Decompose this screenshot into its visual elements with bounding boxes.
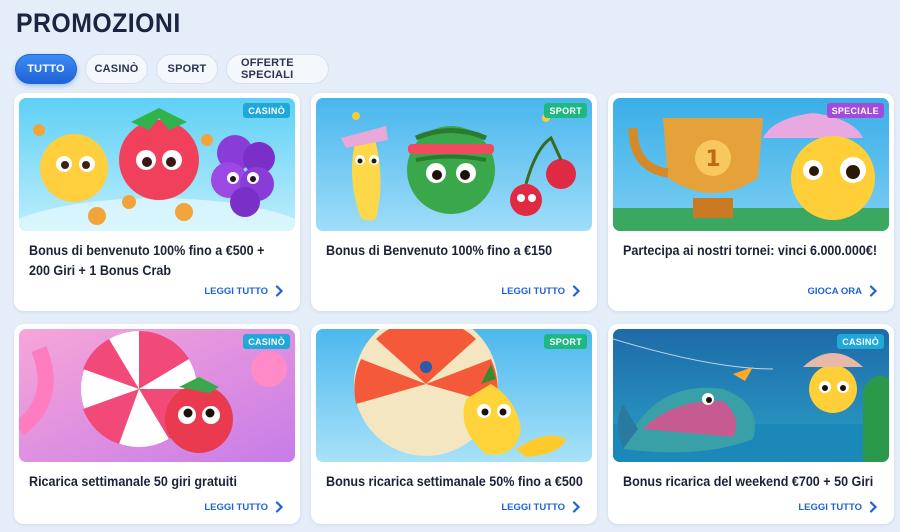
chevron-right-icon bbox=[275, 285, 284, 297]
chevron-right-icon bbox=[869, 501, 878, 513]
badge-casino: CASINÒ bbox=[837, 334, 884, 349]
card-title: Partecipa ai nostri tornei: vinci 6.000.… bbox=[623, 243, 878, 258]
card-title: Bonus ricarica del weekend €700 + 50 Gir… bbox=[623, 474, 874, 489]
promo-image-candy: CASINÒ bbox=[19, 329, 295, 462]
page-title: PROMOZIONI bbox=[16, 8, 181, 38]
badge-speciale: SPECIALE bbox=[826, 103, 884, 118]
chevron-right-icon bbox=[572, 501, 581, 513]
promo-card-welcome-casino[interactable]: CASINÒ Bonus di benvenuto 100% fino a €5… bbox=[14, 93, 300, 311]
promo-image-parachute: SPORT bbox=[316, 329, 592, 462]
read-more-link[interactable]: LEGGI TUTTO bbox=[798, 501, 878, 513]
promo-image-watermelon: SPORT bbox=[316, 98, 592, 231]
card-title: Bonus di benvenuto 100% fino a €500 + 20… bbox=[29, 243, 265, 278]
badge-sport: SPORT bbox=[544, 334, 587, 349]
card-title: Ricarica settimanale 50 giri gratuiti bbox=[29, 474, 237, 489]
play-now-link[interactable]: GIOCA ORA bbox=[807, 285, 878, 297]
promo-card-tournaments[interactable]: 1 SPECIALE Partecipa ai nostri tornei: v… bbox=[608, 93, 894, 311]
svg-text:1: 1 bbox=[705, 147, 720, 172]
card-title: Bonus di Benvenuto 100% fino a €150 bbox=[326, 243, 553, 258]
promo-card-weekend-reload[interactable]: CASINÒ Bonus ricarica del weekend €700 +… bbox=[608, 324, 894, 524]
promo-card-welcome-sport[interactable]: SPORT Bonus di Benvenuto 100% fino a €15… bbox=[311, 93, 597, 311]
promo-image-fishing: CASINÒ bbox=[613, 329, 889, 462]
card-title: Bonus ricarica settimanale 50% fino a €5… bbox=[326, 474, 583, 489]
chevron-right-icon bbox=[869, 285, 878, 297]
promo-card-weekly-reload-sport[interactable]: SPORT Bonus ricarica settimanale 50% fin… bbox=[311, 324, 597, 524]
tab-casino[interactable]: CASINÒ bbox=[85, 54, 148, 84]
category-tabs: TUTTO CASINÒ SPORT OFFERTE SPECIALI bbox=[15, 54, 329, 84]
tab-tutto[interactable]: TUTTO bbox=[15, 54, 77, 84]
read-more-link[interactable]: LEGGI TUTTO bbox=[501, 501, 581, 513]
badge-sport: SPORT bbox=[544, 103, 587, 118]
promo-image-trophy: 1 SPECIALE bbox=[613, 98, 889, 231]
tab-offerte-speciali[interactable]: OFFERTE SPECIALI bbox=[226, 54, 329, 84]
chevron-right-icon bbox=[275, 501, 284, 513]
read-more-link[interactable]: LEGGI TUTTO bbox=[204, 501, 284, 513]
promo-image-fruits: CASINÒ bbox=[19, 98, 295, 231]
read-more-link[interactable]: LEGGI TUTTO bbox=[501, 285, 581, 297]
chevron-right-icon bbox=[572, 285, 581, 297]
promo-card-weekly-free-spins[interactable]: CASINÒ Ricarica settimanale 50 giri grat… bbox=[14, 324, 300, 524]
tab-sport[interactable]: SPORT bbox=[156, 54, 218, 84]
badge-casino: CASINÒ bbox=[243, 334, 290, 349]
read-more-link[interactable]: LEGGI TUTTO bbox=[204, 285, 284, 297]
badge-casino: CASINÒ bbox=[243, 103, 290, 118]
